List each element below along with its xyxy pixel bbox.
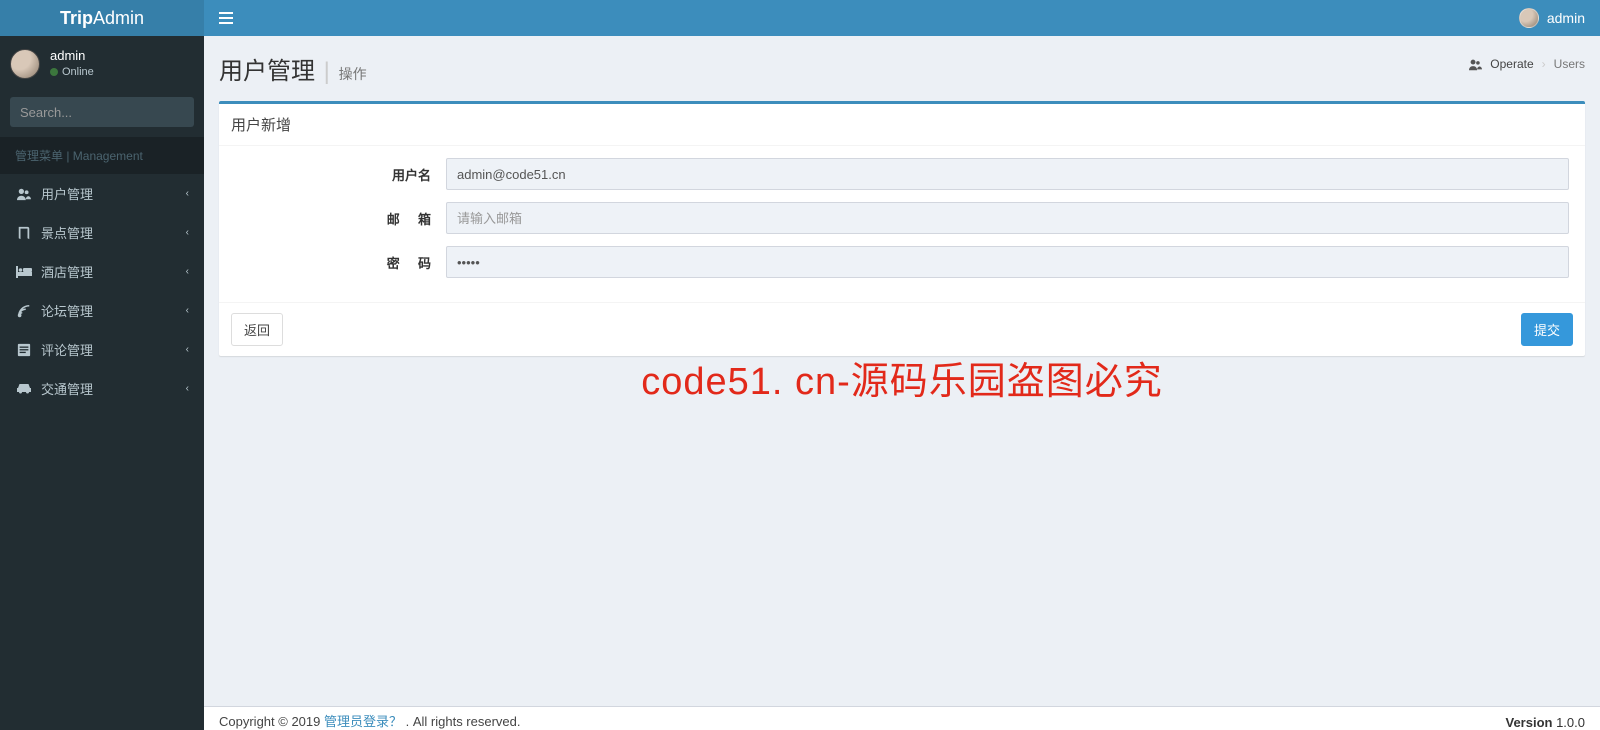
book-icon [15, 226, 33, 240]
logo-light: Admin [93, 8, 144, 29]
breadcrumb-operate[interactable]: Operate [1490, 57, 1533, 71]
signal-icon [15, 304, 33, 318]
sidebar-item-forum[interactable]: 论坛管理 ‹ [0, 291, 204, 330]
password-label: 密码 [231, 253, 446, 272]
sidebar-status: Online [50, 65, 94, 79]
footer-copyright: Copyright © 2019 [219, 714, 324, 729]
chevron-left-icon: ‹ [186, 227, 189, 238]
sidebar-item-label: 景点管理 [41, 223, 186, 242]
logo-bold: Trip [60, 8, 93, 29]
car-icon [15, 383, 33, 395]
status-dot-icon [50, 68, 58, 76]
page-subtitle: 操作 [339, 66, 367, 82]
sidebar-section-header: 管理菜单 | Management [0, 137, 204, 174]
sidebar-item-hotels[interactable]: 酒店管理 ‹ [0, 252, 204, 291]
email-label: 邮箱 [231, 209, 446, 228]
logo[interactable]: TripAdmin [0, 0, 204, 36]
sidebar: admin Online 管理菜单 | Management 用户管理 ‹ 景点… [0, 36, 204, 730]
sidebar-item-label: 酒店管理 [41, 262, 186, 281]
username-label: 用户名 [231, 165, 446, 184]
sidebar-item-traffic[interactable]: 交通管理 ‹ [0, 369, 204, 408]
footer-rights: . All rights reserved. [406, 714, 521, 729]
avatar-icon [1519, 8, 1539, 28]
footer-version: Version 1.0.0 [1506, 715, 1586, 730]
sidebar-item-label: 用户管理 [41, 184, 186, 203]
chevron-left-icon: ‹ [186, 305, 189, 316]
footer: Copyright © 2019 管理员登录？ . All rights res… [204, 706, 1600, 730]
search-box [10, 97, 194, 127]
password-input[interactable] [446, 246, 1569, 278]
page-title: 用户管理 | 操作 [219, 51, 367, 86]
users-icon [1469, 58, 1482, 71]
email-input[interactable] [446, 202, 1569, 234]
bars-icon [219, 12, 233, 24]
chevron-left-icon: ‹ [186, 188, 189, 199]
breadcrumb-users: Users [1554, 57, 1585, 71]
back-button[interactable]: 返回 [231, 313, 283, 346]
sidebar-toggle[interactable] [219, 12, 233, 24]
breadcrumb: Operate › Users [1469, 57, 1585, 71]
sidebar-item-spots[interactable]: 景点管理 ‹ [0, 213, 204, 252]
users-icon [15, 187, 33, 201]
note-icon [15, 343, 33, 357]
user-panel: admin Online [0, 36, 204, 91]
navbar-username: admin [1547, 10, 1585, 26]
box-title: 用户新增 [219, 104, 1585, 146]
sidebar-username: admin [50, 48, 94, 65]
chevron-left-icon: ‹ [186, 266, 189, 277]
bed-icon [15, 266, 33, 278]
sidebar-item-label: 评论管理 [41, 340, 186, 359]
navbar-user[interactable]: admin [1519, 8, 1585, 28]
footer-login-link[interactable]: 管理员登录？ [324, 714, 402, 729]
chevron-left-icon: ‹ [186, 383, 189, 394]
sidebar-item-label: 交通管理 [41, 379, 186, 398]
sidebar-item-users[interactable]: 用户管理 ‹ [0, 174, 204, 213]
submit-button[interactable]: 提交 [1521, 313, 1573, 346]
sidebar-item-comments[interactable]: 评论管理 ‹ [0, 330, 204, 369]
search-input[interactable] [10, 105, 206, 120]
username-input[interactable] [446, 158, 1569, 190]
sidebar-item-label: 论坛管理 [41, 301, 186, 320]
avatar-icon [10, 49, 40, 79]
form-box: 用户新增 用户名 邮箱 密码 [219, 101, 1585, 356]
chevron-left-icon: ‹ [186, 344, 189, 355]
